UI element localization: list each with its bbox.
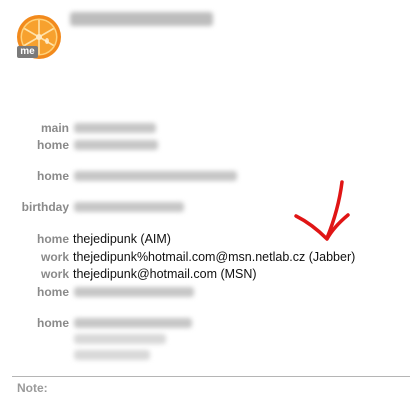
field-label-main: main [40, 121, 69, 135]
im-msn-value[interactable]: thejedipunk@hotmail.com (MSN) [73, 267, 257, 281]
home-phone-redacted [74, 140, 158, 150]
contact-name-redacted [70, 12, 213, 26]
field-label-birthday: birthday [21, 200, 69, 214]
field-label-home-address-1: home [36, 285, 69, 299]
home-email-redacted [74, 171, 237, 181]
note-label[interactable]: Note: [17, 381, 48, 395]
home-address-2-line-1-redacted [74, 318, 192, 328]
field-label-home-address-2: home [36, 316, 69, 330]
notes-divider [12, 376, 410, 377]
red-arrow-icon [294, 180, 350, 241]
im-aim-value[interactable]: thejedipunk (AIM) [73, 232, 171, 246]
birthday-redacted [74, 202, 184, 212]
home-address-1-redacted [74, 287, 194, 297]
me-badge: me [17, 46, 38, 58]
im-jabber-value[interactable]: thejedipunk%hotmail.com@msn.netlab.cz (J… [73, 250, 355, 264]
field-label-home-im: home [36, 232, 69, 246]
home-address-2-line-2-redacted [74, 334, 166, 344]
main-phone-redacted [74, 123, 156, 133]
field-label-home-phone: home [36, 138, 69, 152]
field-label-work-jabber: work [40, 250, 69, 264]
field-label-home-email: home [36, 169, 69, 183]
field-label-work-msn: work [40, 267, 69, 281]
home-address-2-line-3-redacted [74, 350, 150, 360]
